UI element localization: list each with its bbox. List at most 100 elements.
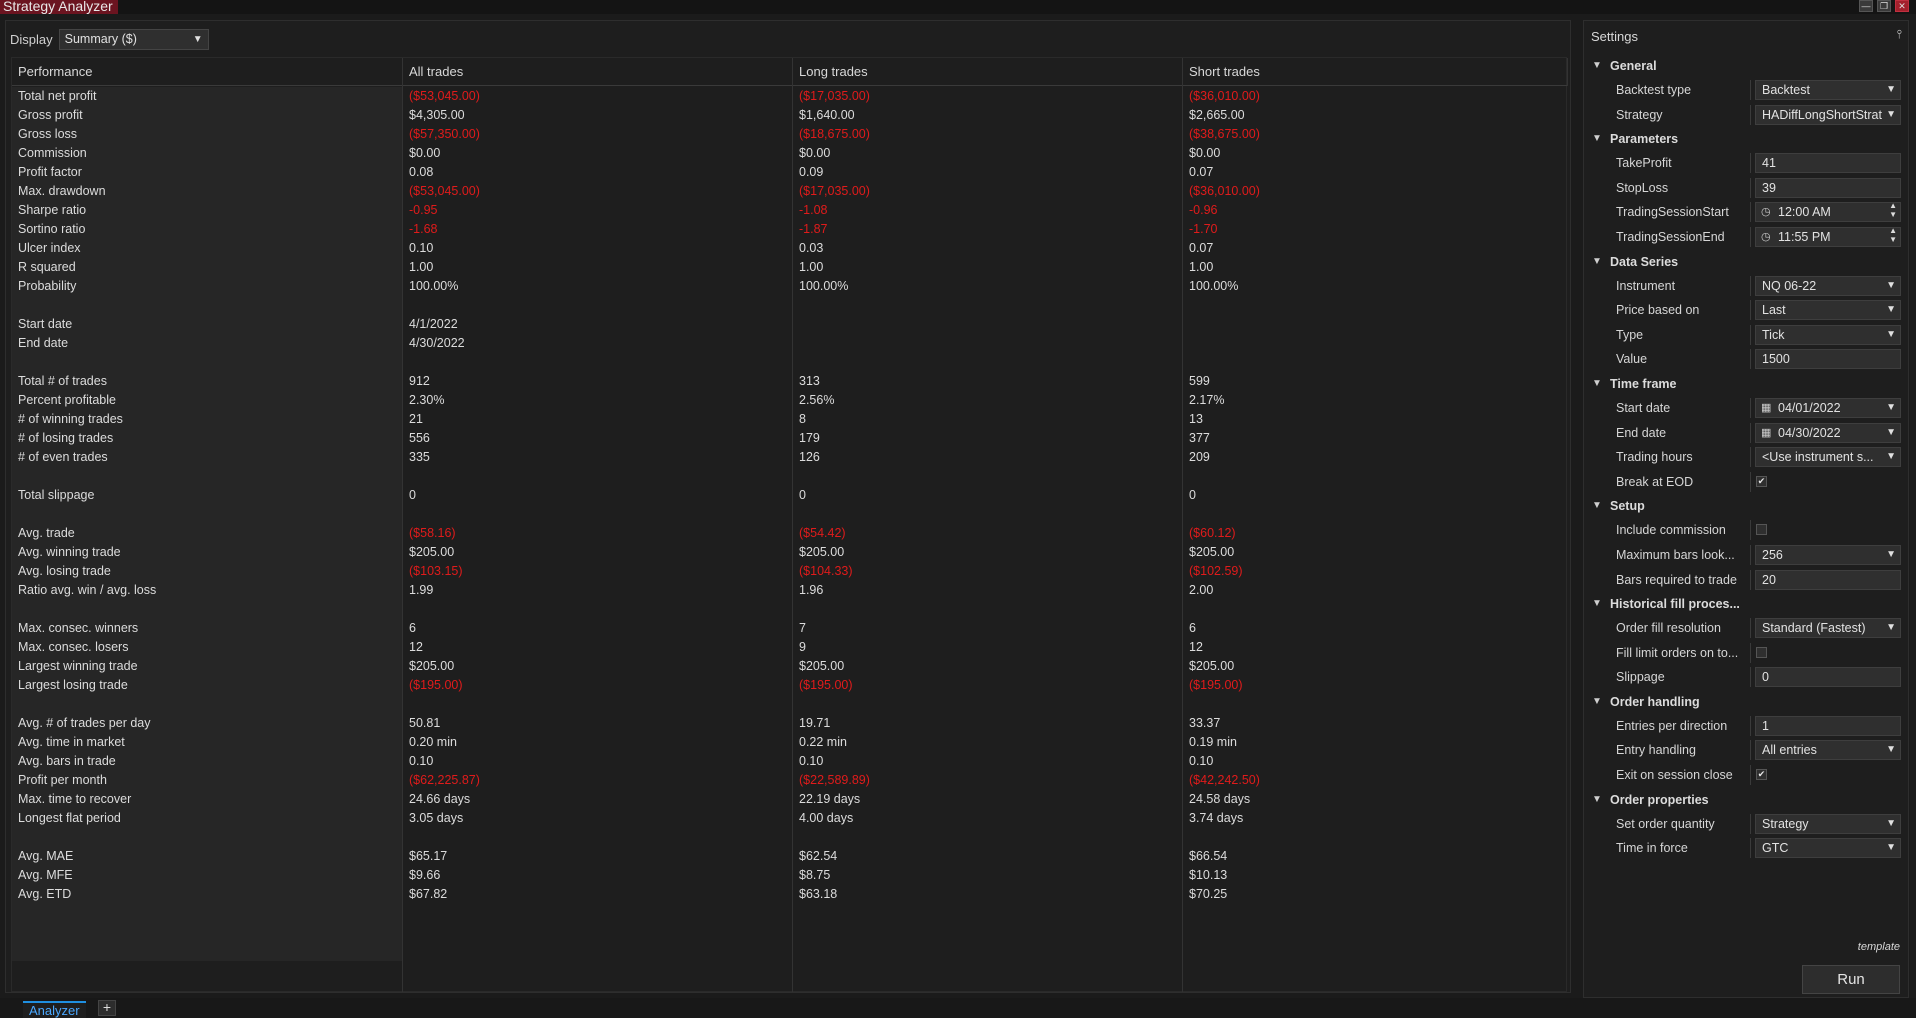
pin-icon[interactable]: ⫯ <box>1897 27 1902 42</box>
collapse-triangle-icon[interactable]: ▼ <box>1592 127 1602 151</box>
close-icon[interactable]: ✕ <box>1895 0 1909 12</box>
property-dropdown[interactable]: Strategy ▼ <box>1755 813 1901 834</box>
settings-section-header[interactable]: ▼ Time frame <box>1584 372 1908 396</box>
template-link[interactable]: template <box>1858 941 1900 953</box>
add-tab-button[interactable]: + <box>98 1000 116 1016</box>
property-dropdown[interactable]: Backtest ▼ <box>1755 80 1901 100</box>
property-dropdown[interactable]: NQ 06-22 ▼ <box>1755 275 1901 296</box>
chevron-down-icon[interactable]: ▼ <box>1886 326 1896 344</box>
collapse-triangle-icon[interactable]: ▼ <box>1592 690 1602 714</box>
calendar-icon: ▦ <box>1761 401 1772 414</box>
settings-property: Instrument NQ 06-22 ▼ <box>1584 274 1908 299</box>
property-checkbox[interactable]: ✔ <box>1756 475 1767 487</box>
chevron-down-icon[interactable]: ▼ <box>1886 741 1896 759</box>
chevron-down-icon[interactable]: ▼ <box>1886 839 1896 857</box>
property-value: 256 <box>1762 547 1783 562</box>
run-button[interactable]: Run <box>1802 965 1900 994</box>
property-divider <box>1750 765 1751 786</box>
property-time-picker[interactable]: ◷ 11:55 PM ▲ ▼ <box>1755 226 1901 247</box>
spinner-icon[interactable]: ▲ ▼ <box>1889 228 1897 244</box>
settings-section-header[interactable]: ▼ Order properties <box>1584 788 1908 812</box>
row-value-all: 0.10 <box>409 754 434 768</box>
chevron-down-icon[interactable]: ▼ <box>1886 424 1896 442</box>
collapse-triangle-icon[interactable]: ▼ <box>1592 54 1602 78</box>
row-label: Gross loss <box>12 125 402 144</box>
property-input[interactable]: 39 <box>1755 177 1901 198</box>
collapse-triangle-icon[interactable]: ▼ <box>1592 592 1602 616</box>
calendar-icon: ▦ <box>1761 426 1772 439</box>
row-label: Max. consec. winners <box>12 619 402 638</box>
property-dropdown[interactable]: All entries ▼ <box>1755 740 1901 761</box>
property-dropdown[interactable]: Standard (Fastest) ▼ <box>1755 618 1901 639</box>
property-input[interactable]: 20 <box>1755 569 1901 590</box>
property-time-picker[interactable]: ◷ 12:00 AM ▲ ▼ <box>1755 202 1901 223</box>
chevron-down-icon[interactable]: ▼ <box>1886 448 1896 466</box>
chevron-down-icon[interactable]: ▼ <box>1886 277 1896 295</box>
property-dropdown[interactable]: Tick ▼ <box>1755 324 1901 345</box>
header-all-trades[interactable]: All trades <box>403 58 793 86</box>
collapse-triangle-icon[interactable]: ▼ <box>1592 494 1602 518</box>
property-divider <box>1750 667 1751 688</box>
property-input[interactable]: 1500 <box>1755 349 1901 370</box>
settings-section-header[interactable]: ▼ Parameters <box>1584 127 1908 151</box>
chevron-down-icon[interactable]: ▼ <box>1886 301 1896 319</box>
property-checkbox[interactable] <box>1756 646 1767 658</box>
chevron-down-icon[interactable]: ▼ <box>1886 81 1896 99</box>
table-row: R squared 1.00 1.00 1.00 <box>12 258 1568 277</box>
row-value-short <box>1183 353 1568 372</box>
row-value-short: 0.07 <box>1189 165 1214 179</box>
minimize-icon[interactable]: — <box>1859 0 1873 12</box>
row-label: Ratio avg. win / avg. loss <box>12 581 402 600</box>
property-divider <box>1750 275 1751 296</box>
table-header: Performance All trades Long trades Short… <box>12 58 1568 86</box>
settings-section-header[interactable]: ▼ General <box>1584 54 1908 78</box>
row-value-short: 6 <box>1189 621 1196 635</box>
chevron-down-icon[interactable]: ▼ <box>1886 619 1896 637</box>
settings-property: Order fill resolution Standard (Fastest) ▼ <box>1584 616 1908 641</box>
property-dropdown[interactable]: 256 ▼ <box>1755 544 1901 565</box>
property-dropdown[interactable]: <Use instrument s... ▼ <box>1755 447 1901 468</box>
property-label: Entries per direction <box>1616 718 1728 733</box>
property-input[interactable]: 0 <box>1755 667 1901 688</box>
property-dropdown[interactable]: HADiffLongShortStrat ▼ <box>1755 104 1901 125</box>
row-label: Total # of trades <box>12 372 402 391</box>
chevron-down-icon[interactable]: ▼ <box>1886 546 1896 564</box>
header-short-trades[interactable]: Short trades <box>1183 58 1568 86</box>
settings-section-header[interactable]: ▼ Order handling <box>1584 690 1908 714</box>
settings-section-header[interactable]: ▼ Data Series <box>1584 250 1908 274</box>
property-dropdown[interactable]: Last ▼ <box>1755 300 1901 321</box>
row-value-all: -1.68 <box>409 222 438 236</box>
property-checkbox[interactable]: ✔ <box>1756 769 1767 781</box>
collapse-triangle-icon[interactable]: ▼ <box>1592 788 1602 812</box>
header-long-trades[interactable]: Long trades <box>793 58 1183 86</box>
settings-property: Value 1500 <box>1584 347 1908 372</box>
row-value-all: 4/30/2022 <box>409 336 465 350</box>
restore-icon[interactable]: ❐ <box>1877 0 1891 12</box>
row-label: Longest flat period <box>12 809 402 828</box>
spinner-icon[interactable]: ▲ ▼ <box>1889 203 1897 219</box>
table-row: Largest winning trade $205.00 $205.00 $205.… <box>12 657 1568 676</box>
settings-property: Fill limit orders on to... <box>1584 641 1908 666</box>
display-select[interactable]: Summary ($) ▼ <box>58 28 209 50</box>
clock-icon: ◷ <box>1761 230 1771 243</box>
property-date-picker[interactable]: ▦ 04/30/2022 ▼ <box>1755 422 1901 443</box>
property-dropdown[interactable]: GTC ▼ <box>1755 838 1901 859</box>
tab-analyzer[interactable]: Analyzer <box>23 1001 86 1018</box>
property-label: Fill limit orders on to... <box>1616 645 1739 660</box>
row-value-short: ($36,010.00) <box>1189 89 1260 103</box>
header-performance[interactable]: Performance <box>12 58 403 86</box>
settings-section-header[interactable]: ▼ Setup <box>1584 494 1908 518</box>
row-label <box>12 296 402 315</box>
property-input[interactable]: 1 <box>1755 715 1901 736</box>
chevron-down-icon[interactable]: ▼ <box>1886 399 1896 417</box>
row-value-long <box>793 695 1182 714</box>
property-date-picker[interactable]: ▦ 04/01/2022 ▼ <box>1755 397 1901 418</box>
settings-section-header[interactable]: ▼ Historical fill proces... <box>1584 592 1908 616</box>
chevron-down-icon[interactable]: ▼ <box>1886 815 1896 833</box>
collapse-triangle-icon[interactable]: ▼ <box>1592 372 1602 396</box>
property-checkbox[interactable] <box>1756 524 1767 536</box>
property-input[interactable]: 41 <box>1755 153 1901 174</box>
collapse-triangle-icon[interactable]: ▼ <box>1592 250 1602 274</box>
table-row: Avg. MFE $9.66 $8.75 $10.13 <box>12 866 1568 885</box>
chevron-down-icon[interactable]: ▼ <box>1886 106 1896 124</box>
